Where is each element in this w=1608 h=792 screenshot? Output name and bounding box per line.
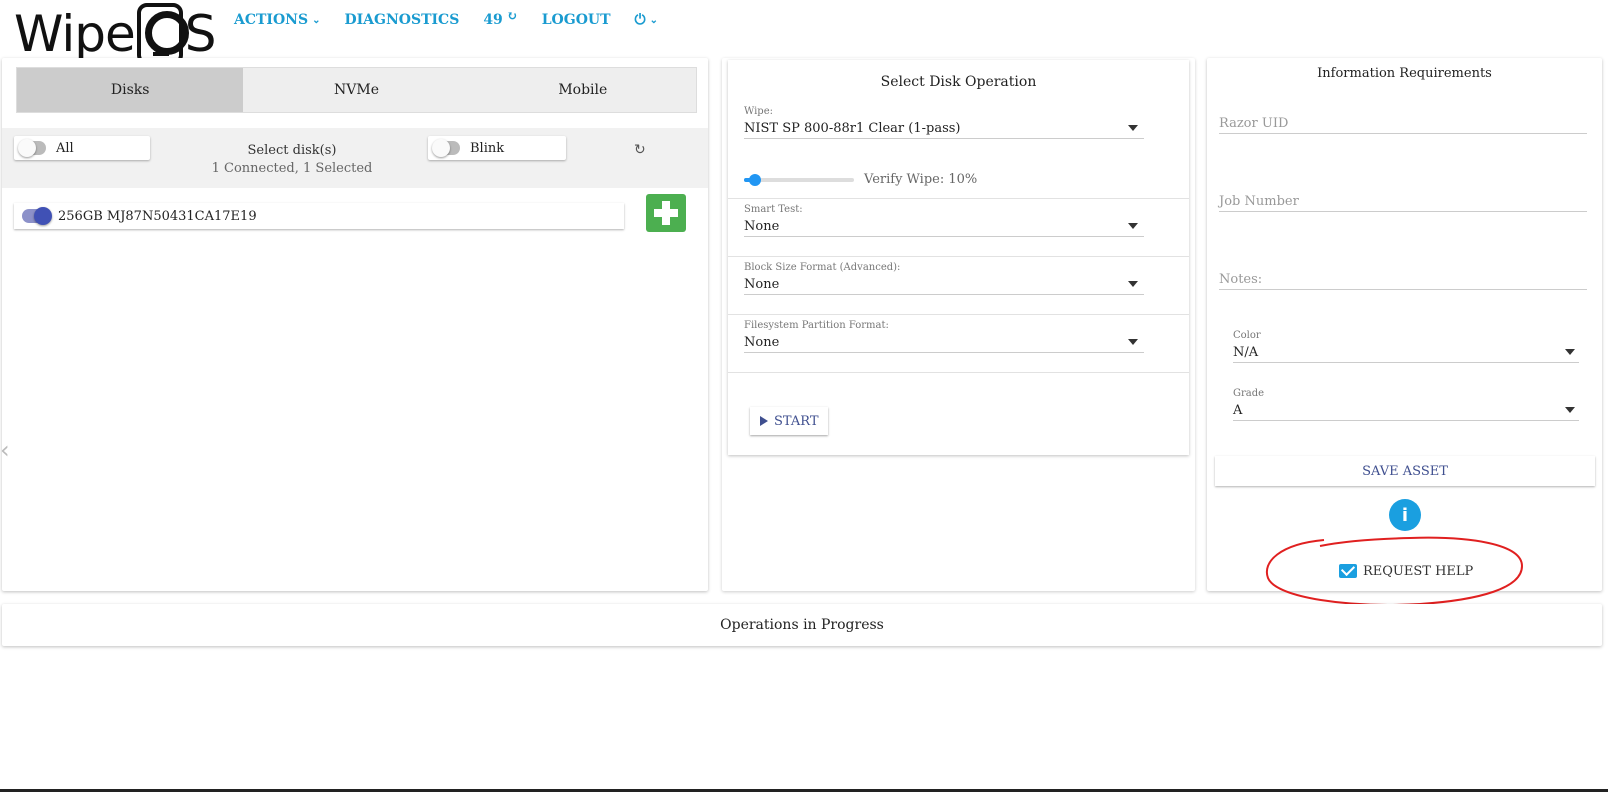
block-size-value: None xyxy=(744,277,780,292)
nav-logout-label: LOGOUT xyxy=(541,12,611,28)
info-icon[interactable]: i xyxy=(1389,499,1421,531)
verify-wipe-label: Verify Wipe: 10% xyxy=(864,172,978,187)
operations-title: Operations in Progress xyxy=(720,617,884,633)
dropdown-arrow-icon xyxy=(1565,407,1575,413)
smart-test-value-row: None xyxy=(744,219,1144,237)
add-disk-button[interactable] xyxy=(646,194,686,232)
operation-panel: Select Disk Operation Wipe: NIST SP 800-… xyxy=(722,58,1195,591)
partition-value-row: None xyxy=(744,335,1144,353)
operation-title: Select Disk Operation xyxy=(880,74,1037,90)
divider xyxy=(728,256,1189,257)
logo-text-left: Wipe xyxy=(14,5,136,63)
blink-toggle[interactable]: Blink xyxy=(428,136,566,160)
nav-power-menu[interactable]: ⏻ ⌄ xyxy=(635,12,658,28)
operation-card: Select Disk Operation Wipe: NIST SP 800-… xyxy=(728,60,1189,455)
wipe-value: NIST SP 800-88r1 Clear (1-pass) xyxy=(744,121,961,136)
start-button[interactable]: START xyxy=(750,407,828,435)
disk-row[interactable]: 256GB MJ87N50431CA17E19 xyxy=(14,203,624,229)
dropdown-arrow-icon xyxy=(1565,349,1575,355)
chevron-left-icon[interactable]: ‹ xyxy=(0,436,10,464)
dropdown-arrow-icon xyxy=(1128,339,1138,345)
smart-test-label: Smart Test: xyxy=(744,204,803,215)
block-size-label: Block Size Format (Advanced): xyxy=(744,262,901,273)
wipe-value-row: NIST SP 800-88r1 Clear (1-pass) xyxy=(744,121,1144,139)
select-all-toggle[interactable]: All xyxy=(14,136,150,160)
plus-icon xyxy=(654,201,678,225)
wipe-select[interactable]: Wipe: NIST SP 800-88r1 Clear (1-pass) xyxy=(744,106,1144,139)
dropdown-arrow-icon xyxy=(1128,125,1138,131)
select-all-label: All xyxy=(56,140,74,156)
color-value: N/A xyxy=(1233,345,1259,360)
disk-type-tabs: Disks NVMe Mobile xyxy=(16,67,697,113)
disk-logo-icon xyxy=(136,3,189,65)
refresh-icon: ↻ xyxy=(506,8,518,24)
grade-label: Grade xyxy=(1233,388,1265,399)
grade-value-row: A xyxy=(1233,403,1579,421)
select-disks-title: Select disk(s) xyxy=(247,143,337,158)
annotation-circle xyxy=(1265,536,1524,606)
nav-refresh-count[interactable]: 49 ↻ xyxy=(483,8,518,29)
save-asset-button[interactable]: SAVE ASSET xyxy=(1215,456,1595,486)
info-title: Information Requirements xyxy=(1317,66,1492,81)
select-disks-heading: Select disk(s) 1 Connected, 1 Selected xyxy=(202,142,382,178)
wipe-label: Wipe: xyxy=(744,106,773,117)
app-header: Wipe S ACTIONS ⌄ DIAGNOSTICS 49 ↻ LOGOUT… xyxy=(0,0,1608,65)
refresh-icon[interactable]: ↻ xyxy=(634,142,646,158)
block-size-select[interactable]: Block Size Format (Advanced): None xyxy=(744,262,1144,295)
chevron-down-icon: ⌄ xyxy=(649,14,658,26)
job-number-input[interactable]: Job Number xyxy=(1219,194,1587,212)
dropdown-arrow-icon xyxy=(1128,281,1138,287)
smart-test-value: None xyxy=(744,219,780,234)
disk-label: 256GB MJ87N50431CA17E19 xyxy=(58,208,257,224)
blink-label: Blink xyxy=(470,140,505,156)
color-value-row: N/A xyxy=(1233,345,1579,363)
dropdown-arrow-icon xyxy=(1128,223,1138,229)
count-label: 49 xyxy=(483,12,503,28)
divider xyxy=(728,314,1189,315)
smart-test-select[interactable]: Smart Test: None xyxy=(744,204,1144,237)
notes-input[interactable]: Notes: xyxy=(1219,272,1587,290)
nav-logout[interactable]: LOGOUT xyxy=(542,12,611,28)
start-label: START xyxy=(774,413,819,429)
nav-diagnostics[interactable]: DIAGNOSTICS xyxy=(344,12,459,28)
toggle-switch-icon xyxy=(432,139,460,157)
nav-actions[interactable]: ACTIONS ⌄ xyxy=(234,12,320,28)
grade-value: A xyxy=(1233,403,1243,418)
grade-select[interactable]: Grade A xyxy=(1233,388,1579,421)
main-nav: ACTIONS ⌄ DIAGNOSTICS 49 ↻ LOGOUT ⏻ ⌄ xyxy=(234,8,682,29)
disk-toolbar: All Select disk(s) 1 Connected, 1 Select… xyxy=(2,128,708,188)
chevron-down-icon: ⌄ xyxy=(312,14,321,26)
block-size-value-row: None xyxy=(744,277,1144,295)
divider xyxy=(728,198,1189,199)
play-icon xyxy=(760,416,768,426)
divider xyxy=(728,372,1189,373)
toggle-switch-icon xyxy=(18,139,46,157)
nav-diagnostics-label: DIAGNOSTICS xyxy=(344,12,460,28)
slider-knob[interactable] xyxy=(749,174,761,186)
disk-select-toggle[interactable] xyxy=(22,207,52,225)
disks-panel: Disks NVMe Mobile All Select disk(s) 1 C… xyxy=(2,58,708,591)
partition-label: Filesystem Partition Format: xyxy=(744,320,889,331)
info-panel: Information Requirements Razor UID Job N… xyxy=(1207,58,1602,591)
partition-value: None xyxy=(744,335,780,350)
tab-mobile[interactable]: Mobile xyxy=(470,68,696,112)
operations-panel: Operations in Progress xyxy=(2,604,1602,646)
logo-text-right: S xyxy=(184,5,217,63)
nav-actions-label: ACTIONS xyxy=(234,12,309,28)
color-select[interactable]: Color N/A xyxy=(1233,330,1579,363)
tab-disks[interactable]: Disks xyxy=(17,68,244,112)
razor-uid-input[interactable]: Razor UID xyxy=(1219,116,1587,134)
power-icon: ⏻ xyxy=(634,12,646,28)
select-disks-status: 1 Connected, 1 Selected xyxy=(211,161,373,176)
partition-select[interactable]: Filesystem Partition Format: None xyxy=(744,320,1144,353)
tab-nvme[interactable]: NVMe xyxy=(243,68,469,112)
verify-wipe-slider[interactable] xyxy=(744,174,854,186)
color-label: Color xyxy=(1233,330,1261,341)
